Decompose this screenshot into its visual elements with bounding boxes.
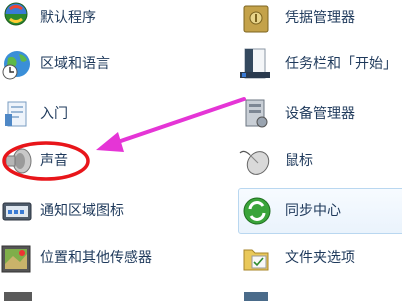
getting-started-icon (0, 96, 36, 132)
device-manager-icon (238, 96, 274, 132)
location-sensors-icon (0, 240, 36, 276)
partial-icon-left (4, 292, 32, 301)
device-manager-label: 设备管理器 (285, 106, 355, 122)
sound-label: 声音 (40, 153, 68, 169)
credential-manager-label: 凭据管理器 (285, 10, 355, 26)
region-language-label: 区域和语言 (40, 56, 110, 72)
sync-center-icon (238, 193, 274, 229)
default-programs-icon (0, 0, 36, 36)
credential-manager-icon (238, 0, 274, 36)
getting-started-label: 入门 (40, 106, 68, 122)
pointer-arrow (110, 97, 246, 146)
location-sensors-label: 位置和其他传感器 (40, 250, 152, 266)
folder-options-label: 文件夹选项 (285, 250, 355, 266)
folder-options-icon (238, 240, 274, 276)
notification-area-label: 通知区域图标 (40, 203, 124, 219)
mouse-label: 鼠标 (285, 153, 313, 169)
region-language-icon (0, 46, 36, 82)
default-programs-label: 默认程序 (40, 10, 96, 26)
taskbar-start-label: 任务栏和「开始」 (285, 56, 397, 72)
partial-icon-right (244, 292, 268, 301)
sync-center-label: 同步中心 (285, 203, 341, 219)
pointer-arrowhead (96, 132, 124, 152)
notification-area-icon (0, 193, 36, 229)
taskbar-start-icon (238, 46, 274, 82)
mouse-icon (238, 143, 274, 179)
sound-icon (0, 143, 36, 179)
